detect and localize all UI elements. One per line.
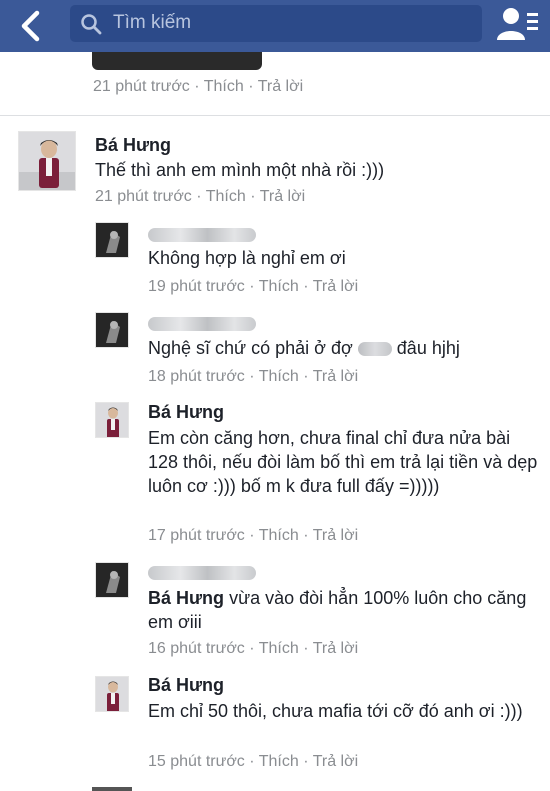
blurred-author-name [148,228,256,242]
reply-meta: 17 phút trước · Thích · Trả lời [148,527,359,544]
timestamp: 16 phút trước [148,640,245,657]
blurred-word [357,342,392,357]
comment-photo[interactable] [92,52,262,70]
reply-text: Em chỉ 50 thôi, chưa mafia tới cỡ đó anh… [148,701,523,721]
profile-photo-icon [96,403,128,437]
like-link[interactable]: Thích [259,278,299,295]
reply-link[interactable]: Trả lời [260,188,305,205]
blurred-author-name [148,317,256,331]
chevron-left-icon [21,10,40,42]
friend-requests-button[interactable] [494,4,540,44]
profile-photo-icon [96,313,128,347]
reply-text: Bá Hưng vừa vào đòi hẳn 100% luôn cho că… [148,588,527,632]
comment-meta: 21 phút trước · Thích · Trả lời [95,188,306,205]
avatar[interactable] [95,222,129,258]
search-icon [81,14,102,35]
reply-link[interactable]: Trả lời [313,753,358,770]
profile-photo-icon [19,132,75,190]
avatar[interactable] [95,676,129,712]
profile-photo-icon [96,223,128,257]
reply-link[interactable]: Trả lời [258,78,303,95]
profile-photo-icon [96,563,128,597]
like-link[interactable]: Thích [204,78,244,95]
profile-photo-icon [96,677,128,711]
reply-meta: 18 phút trước · Thích · Trả lời [148,368,359,385]
search-placeholder: Tìm kiếm [113,12,192,33]
reply-text: Không hợp là nghỉ em ơi [148,248,346,268]
reply-meta: 16 phút trước · Thích · Trả lời [148,640,359,657]
comment-author[interactable]: Bá Hưng [95,135,171,156]
comment-text: Thế thì anh em mình một nhà rồi :))) [95,160,385,180]
timestamp: 21 phút trước [93,78,190,95]
top-navigation-bar: Tìm kiếm [0,0,550,52]
divider [0,115,550,116]
timestamp: 21 phút trước [95,188,192,205]
avatar[interactable] [95,402,129,438]
avatar[interactable] [95,562,129,598]
avatar[interactable] [95,312,129,348]
reply-meta: 19 phút trước · Thích · Trả lời [148,278,359,295]
friend-requests-icon [497,8,538,40]
like-link[interactable]: Thích [206,188,246,205]
mention-tag[interactable]: Bá Hưng [148,588,224,608]
reply-link[interactable]: Trả lời [313,278,358,295]
like-link[interactable]: Thích [259,753,299,770]
search-input[interactable]: Tìm kiếm [70,5,482,42]
like-link[interactable]: Thích [259,368,299,385]
reply-link[interactable]: Trả lời [313,640,358,657]
timestamp: 18 phút trước [148,368,245,385]
reply-text: Em còn căng hơn, chưa final chỉ đưa nửa … [148,428,538,496]
reply-meta: 15 phút trước · Thích · Trả lời [148,753,359,770]
back-button[interactable] [12,6,52,46]
timestamp: 19 phút trước [148,278,245,295]
reply-link[interactable]: Trả lời [313,527,358,544]
timestamp: 15 phút trước [148,753,245,770]
like-link[interactable]: Thích [259,527,299,544]
avatar[interactable] [18,131,76,191]
timestamp: 17 phút trước [148,527,245,544]
reply-link[interactable]: Trả lời [313,368,358,385]
reply-text: Nghệ sĩ chứ có phải ở đợ đâu hjhj [148,338,460,358]
reply-author[interactable]: Bá Hưng [148,402,224,423]
like-link[interactable]: Thích [259,640,299,657]
blurred-author-name [148,566,256,580]
comment-meta: 21 phút trước · Thích · Trả lời [93,78,304,95]
next-avatar-edge [92,787,132,791]
reply-author[interactable]: Bá Hưng [148,675,224,696]
